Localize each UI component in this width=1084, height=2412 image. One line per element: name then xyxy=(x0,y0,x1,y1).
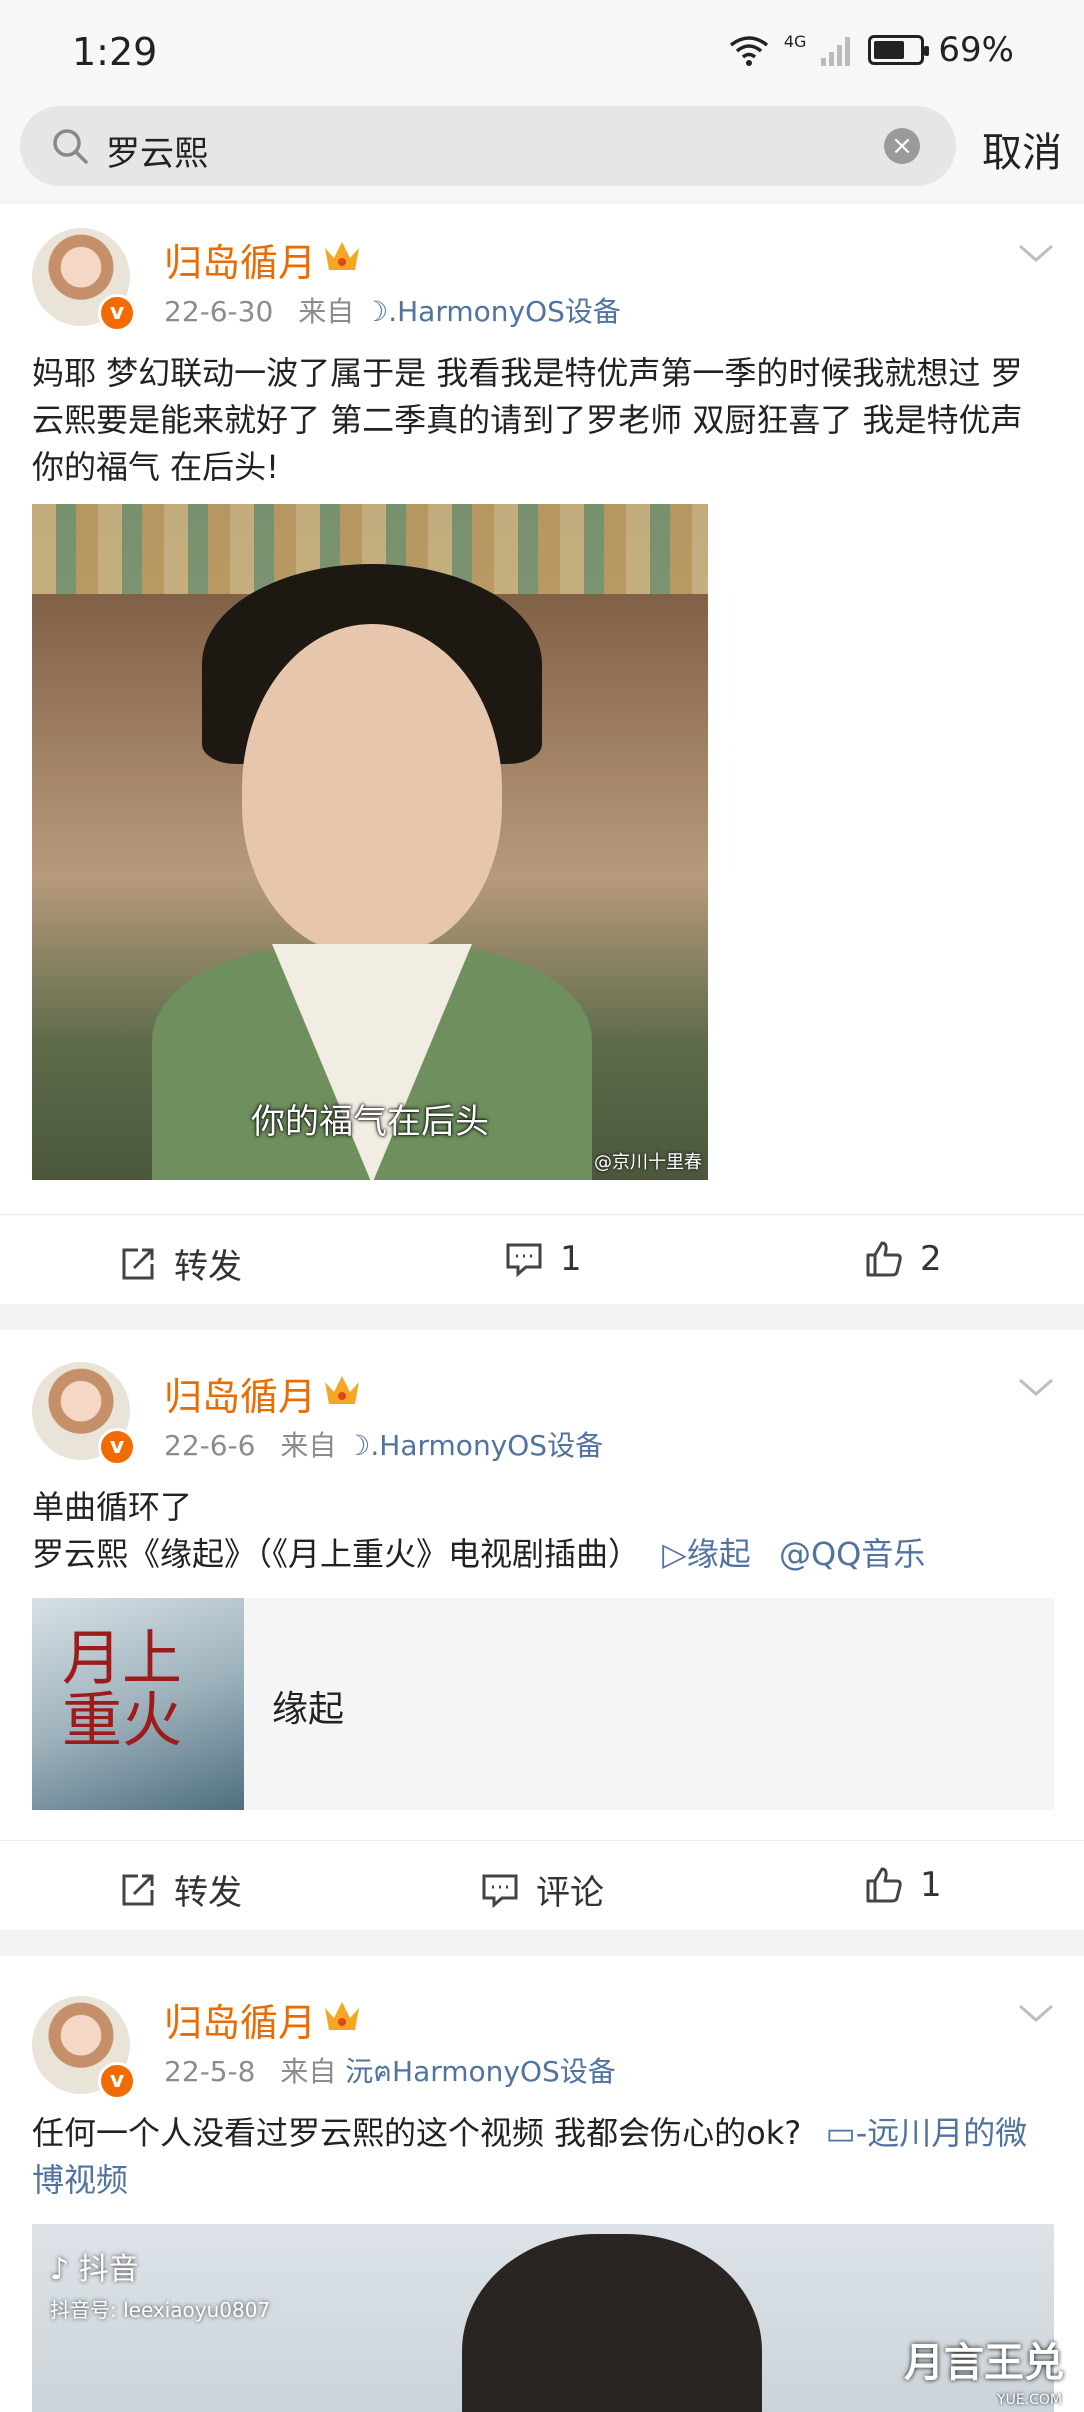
cancel-button[interactable]: 取消 xyxy=(982,120,1062,178)
album-cover: 月上重火 xyxy=(32,1598,244,1810)
comment-count: 1 xyxy=(560,1239,582,1279)
post-date: 22-6-30 xyxy=(164,295,274,328)
post-text: 妈耶 梦幻联动一波了属于是 我看我是特优声第一季的时候我就想过 罗云熙要是能来就… xyxy=(32,354,1023,486)
chevron-down-icon[interactable] xyxy=(1016,2002,1056,2026)
video-id-label: 抖音号: leexiaoyu0807 xyxy=(50,2298,271,2322)
verified-badge-icon: v xyxy=(98,2062,136,2100)
like-count: 2 xyxy=(920,1239,942,1279)
status-bar: 1:29 4G 69% xyxy=(0,0,1084,100)
image-subtitle: 你的福气在后头 xyxy=(251,1102,489,1142)
repost-button[interactable]: 转发 xyxy=(118,1865,242,1914)
action-bar: 转发 1 2 xyxy=(0,1214,1084,1304)
status-icons: 4G 69% xyxy=(728,30,1014,70)
image-watermark: @京川十里春 xyxy=(594,1152,702,1173)
source-prefix: 来自 xyxy=(280,2055,337,2088)
wifi-icon xyxy=(729,36,768,66)
video-app-label: ♪ 抖音 xyxy=(50,2252,139,2287)
chevron-down-icon[interactable] xyxy=(1016,242,1056,266)
post-card: v 归岛循月 22-6-6 来自 ☽.HarmonyOS设备 单曲循环了 罗云熙… xyxy=(0,1330,1084,1930)
comment-button[interactable]: 评论 xyxy=(480,1865,604,1914)
post-source[interactable]: ☽.HarmonyOS设备 xyxy=(345,1429,603,1462)
thumbs-up-icon xyxy=(866,1241,902,1277)
status-time: 1:29 xyxy=(72,30,158,74)
post-username[interactable]: 归岛循月 xyxy=(164,1992,316,2047)
like-button[interactable]: 1 xyxy=(864,1865,942,1905)
verified-badge-icon: v xyxy=(98,1428,136,1466)
post-text-line: 罗云熙《缘起》（《月上重火》电视剧插曲） ▷缘起 @QQ音乐 xyxy=(32,1535,926,1573)
music-title: 缘起 xyxy=(272,1689,345,1730)
action-bar: 转发 评论 1 xyxy=(0,1840,1084,1930)
signal-icon xyxy=(821,37,851,66)
battery-icon xyxy=(868,35,930,65)
post-source[interactable]: ☽.HarmonyOS设备 xyxy=(363,295,621,328)
search-icon xyxy=(53,129,88,164)
music-card[interactable]: 月上重火 缘起 xyxy=(32,1598,1054,1810)
verified-badge-icon: v xyxy=(98,294,136,332)
corner-watermark: 月言王兑 xyxy=(904,2340,1064,2386)
post-meta: 22-6-30 来自 ☽.HarmonyOS设备 xyxy=(164,290,621,330)
repost-label: 转发 xyxy=(174,1247,242,1287)
crown-icon xyxy=(325,2002,359,2030)
like-count: 1 xyxy=(920,1865,942,1905)
comment-icon xyxy=(482,1874,518,1908)
post-username[interactable]: 归岛循月 xyxy=(164,232,316,287)
post-source[interactable]: 沅ฅHarmonyOS设备 xyxy=(345,2055,616,2088)
battery-percent: 69% xyxy=(938,30,1014,70)
repost-button[interactable]: 转发 xyxy=(118,1239,242,1288)
post-date: 22-5-8 xyxy=(164,2055,256,2088)
post-username[interactable]: 归岛循月 xyxy=(164,1366,316,1421)
song-link[interactable]: ▷缘起 xyxy=(662,1535,751,1573)
post-date: 22-6-6 xyxy=(164,1429,256,1462)
comment-icon xyxy=(506,1243,542,1278)
corner-watermark-sub: YUE.COM xyxy=(997,2392,1062,2408)
post-card: v 归岛循月 22-6-30 来自 ☽.HarmonyOS设备 妈耶 梦幻联动一… xyxy=(0,204,1084,1304)
like-button[interactable]: 2 xyxy=(864,1239,942,1279)
share-icon xyxy=(122,1874,154,1905)
crown-icon xyxy=(325,242,359,270)
post-image[interactable]: 你的福气在后头 @京川十里春 xyxy=(32,504,708,1180)
search-query-text: 罗云熙 xyxy=(106,134,208,174)
source-prefix: 来自 xyxy=(280,1429,337,1462)
comment-button[interactable]: 1 xyxy=(504,1239,582,1279)
album-cover-text: 月上重火 xyxy=(62,1624,182,1756)
mention-link[interactable]: @QQ音乐 xyxy=(779,1535,925,1573)
network-type-label: 4G xyxy=(783,31,807,51)
post-meta: 22-5-8 来自 沅ฅHarmonyOS设备 xyxy=(164,2050,616,2094)
search-bar: 罗云熙 × 取消 xyxy=(0,100,1084,200)
comment-label: 评论 xyxy=(536,1873,604,1913)
repost-label: 转发 xyxy=(174,1873,242,1913)
chevron-down-icon[interactable] xyxy=(1016,1376,1056,1400)
clear-search-icon[interactable]: × xyxy=(884,128,920,164)
crown-icon xyxy=(325,1376,359,1404)
post-text-line: 单曲循环了 xyxy=(32,1488,193,1526)
post-meta: 22-6-6 来自 ☽.HarmonyOS设备 xyxy=(164,1424,603,1464)
source-prefix: 来自 xyxy=(298,295,355,328)
post-video[interactable]: ♪ 抖音 抖音号: leexiaoyu0807 xyxy=(32,2224,1054,2412)
search-input[interactable]: 罗云熙 × xyxy=(20,106,956,186)
post-text: 单曲循环了 罗云熙《缘起》（《月上重火》电视剧插曲） ▷缘起 @QQ音乐 xyxy=(32,1484,1052,1578)
post-text: 任何一个人没看过罗云熙的这个视频 我都会伤心的ok? ▭-远川月的微博视频 xyxy=(32,2114,1028,2199)
thumbs-up-icon xyxy=(866,1867,902,1903)
share-icon xyxy=(122,1248,154,1279)
